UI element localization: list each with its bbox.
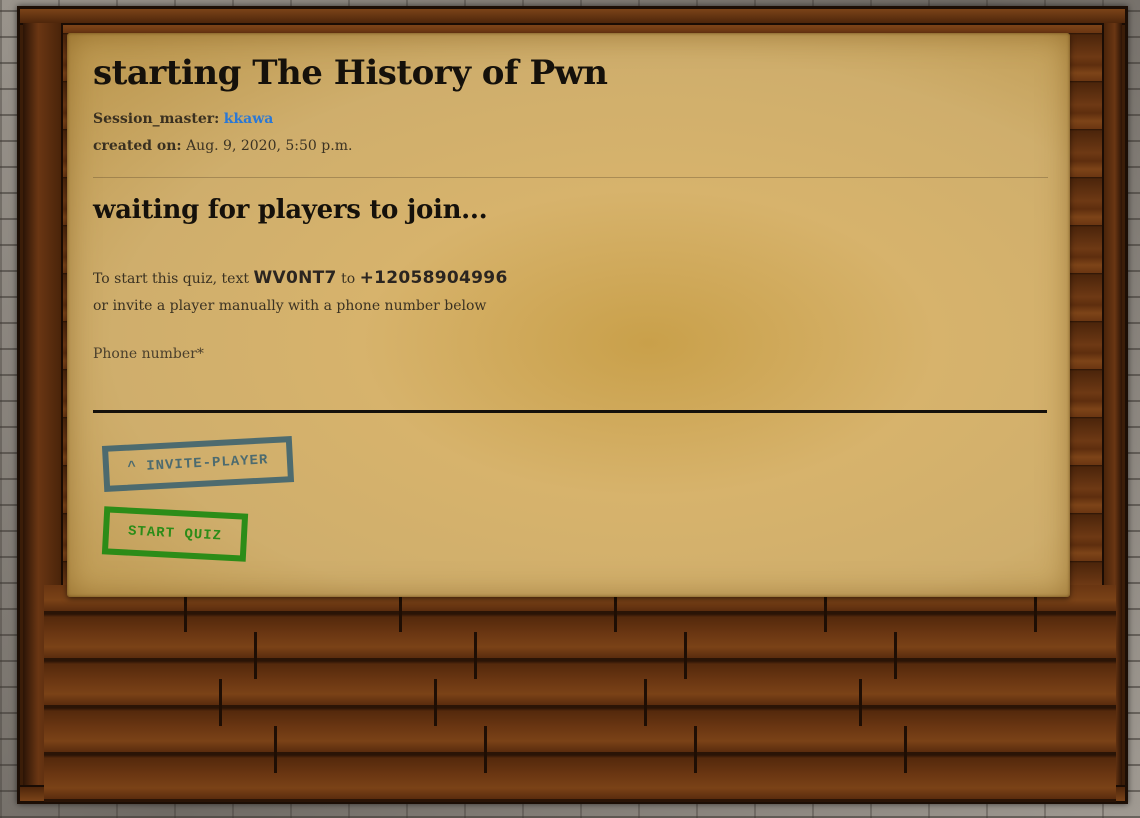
plank-seam (894, 632, 897, 679)
session-master-link[interactable]: kkawa (224, 111, 274, 127)
instruction-to: to (341, 271, 356, 287)
plank-seam (684, 632, 687, 679)
join-instructions-line-1: To start this quiz, text WV0NT7 to +1205… (93, 265, 508, 293)
created-on-value: Aug. 9, 2020, 5:50 p.m. (186, 138, 353, 154)
plank-seam (859, 679, 862, 726)
instruction-prefix: To start this quiz, text (93, 271, 249, 287)
plank-seam (474, 632, 477, 679)
quiz-parchment-panel: starting The History of Pwn Session_mast… (67, 33, 1070, 597)
plank-seam (219, 679, 222, 726)
created-on-line: created on: Aug. 9, 2020, 5:50 p.m. (93, 138, 352, 154)
page-title: starting The History of Pwn (93, 53, 608, 93)
phone-number-label: Phone number* (93, 346, 204, 362)
sms-number: +12058904996 (359, 268, 508, 288)
plank-seam (904, 726, 907, 773)
plank-seam (644, 679, 647, 726)
plank-seam (694, 726, 697, 773)
divider (93, 177, 1048, 178)
session-master-label: Session_master: (93, 111, 220, 127)
waiting-heading: waiting for players to join... (93, 195, 488, 225)
plank-seam (254, 632, 257, 679)
join-instructions: To start this quiz, text WV0NT7 to +1205… (93, 265, 508, 320)
instruction-line-2: or invite a player manually with a phone… (93, 298, 487, 314)
start-quiz-button[interactable]: START QUIZ (101, 506, 249, 562)
plank-seam (484, 726, 487, 773)
created-on-label: created on: (93, 138, 182, 154)
invite-player-button[interactable]: ^ INVITE-PLAYER (101, 436, 295, 492)
join-code: WV0NT7 (253, 268, 337, 288)
session-master-line: Session_master: kkawa (93, 111, 273, 127)
plank-seam (274, 726, 277, 773)
plank-seam (434, 679, 437, 726)
phone-number-input[interactable] (93, 373, 1047, 413)
wood-planks (44, 585, 1116, 802)
